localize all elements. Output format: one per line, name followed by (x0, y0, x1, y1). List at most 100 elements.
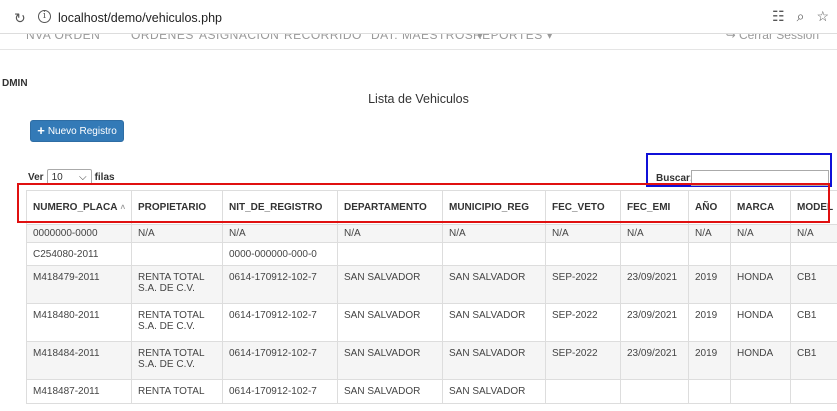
table-cell: SAN SALVADOR (442, 303, 546, 342)
table-cell: RENTA TOTAL S.A. DE C.V. (131, 341, 223, 380)
table-cell: 0614-170912-102-7 (222, 341, 338, 380)
table-row[interactable]: C254080-2011 0000-000000-000-0 (26, 242, 837, 266)
chevron-down-icon: ⌵ (78, 171, 87, 183)
table-cell: SEP-2022 (545, 265, 621, 304)
table-cell: SAN SALVADOR (337, 341, 443, 380)
table-cell: HONDA (730, 265, 791, 304)
table-row[interactable]: M418480-2011 RENTA TOTAL S.A. DE C.V. 06… (26, 303, 837, 342)
address-bar[interactable]: localhost/demo/vehiculos.php (58, 11, 222, 25)
search-label: Buscar: (656, 173, 694, 184)
table-cell: 0614-170912-102-7 (222, 265, 338, 304)
column-header[interactable]: FEC_VETO (545, 190, 621, 225)
table-cell: SEP-2022 (545, 341, 621, 380)
table-cell: N/A (442, 224, 546, 243)
table-cell: N/A (337, 224, 443, 243)
table-cell: M418480-2011 (26, 303, 132, 342)
page-length-select[interactable]: 10 ⌵ (46, 169, 92, 185)
page-title: Lista de Vehiculos (368, 92, 469, 106)
table-row[interactable]: M418487-2011 RENTA TOTAL 0614-170912-102… (26, 379, 837, 404)
nav-item-reportes[interactable]: REPORTES ▾ (473, 34, 553, 42)
table-cell: 23/09/2021 (620, 341, 689, 380)
table-cell (688, 379, 731, 404)
column-header[interactable]: NIT_DE_REGISTRO (222, 190, 338, 225)
table-row[interactable]: M418484-2011 RENTA TOTAL S.A. DE C.V. 06… (26, 341, 837, 380)
table-cell: N/A (222, 224, 338, 243)
vehicles-table: NUMERO_PLACA ˄ PROPIETARIO NIT_DE_REGISTR… (26, 190, 837, 404)
table-cell: 0614-170912-102-7 (222, 379, 338, 404)
browser-actions: ☷ ⌕ ☆ (772, 8, 829, 25)
column-header[interactable]: MARCA (730, 190, 791, 225)
table-cell: N/A (131, 224, 223, 243)
column-header[interactable]: MUNICIPIO_REG (442, 190, 546, 225)
table-cell: SAN SALVADOR (337, 379, 443, 404)
logout-link[interactable]: ↪ Cerrar Session (726, 34, 819, 42)
table-cell: M418479-2011 (26, 265, 132, 304)
table-cell: 23/09/2021 (620, 265, 689, 304)
column-header[interactable]: PROPIETARIO (131, 190, 223, 225)
table-cell: 23/09/2021 (620, 303, 689, 342)
column-header[interactable]: DEPARTAMENTO (337, 190, 443, 225)
browser-toolbar: ↻ i localhost/demo/vehiculos.php ☷ ⌕ ☆ (0, 0, 837, 34)
column-header[interactable]: FEC_EMI (620, 190, 689, 225)
table-cell: N/A (620, 224, 689, 243)
new-record-button[interactable]: + Nuevo Registro (30, 120, 124, 142)
table-cell (620, 379, 689, 404)
table-cell (790, 379, 837, 404)
table-cell (688, 242, 731, 266)
search-input[interactable] (691, 170, 829, 186)
table-cell (545, 242, 621, 266)
nav-item-ordenes[interactable]: ORDENES (131, 34, 194, 42)
column-header[interactable]: NUMERO_PLACA ˄ (26, 190, 132, 225)
table-cell: SAN SALVADOR (442, 265, 546, 304)
sort-asc-icon: ˄ (120, 203, 126, 212)
table-cell: CB1 (790, 341, 837, 380)
page-length-value: 10 (51, 171, 63, 183)
table-cell: 0000000-0000 (26, 224, 132, 243)
table-cell: RENTA TOTAL (131, 379, 223, 404)
table-cell: M418487-2011 (26, 379, 132, 404)
length-prefix: Ver (28, 171, 44, 183)
table-row[interactable]: M418479-2011 RENTA TOTAL S.A. DE C.V. 06… (26, 265, 837, 304)
table-cell: 2019 (688, 303, 731, 342)
new-record-label: Nuevo Registro (47, 125, 117, 137)
table-cell: CB1 (790, 303, 837, 342)
nav-item-recorrido[interactable]: RECORRIDO (284, 34, 362, 42)
table-cell: N/A (790, 224, 837, 243)
info-icon[interactable]: i (38, 10, 51, 23)
column-header[interactable]: AÑO (688, 190, 731, 225)
table-header-row: NUMERO_PLACA ˄ PROPIETARIO NIT_DE_REGISTR… (26, 190, 837, 225)
table-row[interactable]: 0000000-0000 N/A N/A N/A N/A N/A N/A N/A… (26, 224, 837, 243)
table-cell: N/A (545, 224, 621, 243)
translate-icon[interactable]: ☷ (772, 8, 785, 25)
zoom-icon[interactable]: ⌕ (797, 8, 805, 25)
nav-item-nva-orden[interactable]: NVA ORDEN (26, 34, 100, 42)
nav-item-datos-maestros[interactable]: DAT. MAESTROS ▾ (371, 34, 484, 42)
table-cell: RENTA TOTAL S.A. DE C.V. (131, 265, 223, 304)
table-cell: SAN SALVADOR (337, 265, 443, 304)
column-header[interactable]: MODEL (790, 190, 837, 225)
table-cell: 2019 (688, 265, 731, 304)
table-cell (442, 242, 546, 266)
table-cell: SEP-2022 (545, 303, 621, 342)
table-cell: 2019 (688, 341, 731, 380)
table-cell: HONDA (730, 303, 791, 342)
plus-icon: + (37, 123, 45, 138)
table-cell (790, 242, 837, 266)
table-cell: C254080-2011 (26, 242, 132, 266)
page-length-control: Ver 10 ⌵ filas (28, 169, 115, 185)
table-cell: 0000-000000-000-0 (222, 242, 338, 266)
table-cell (730, 379, 791, 404)
table-cell (337, 242, 443, 266)
reload-icon[interactable]: ↻ (14, 10, 26, 27)
table-cell: HONDA (730, 341, 791, 380)
table-cell: SAN SALVADOR (337, 303, 443, 342)
vehicles-table-wrapper: NUMERO_PLACA ˄ PROPIETARIO NIT_DE_REGISTR… (26, 190, 837, 411)
nav-item-asignacion[interactable]: ASIGNACION (199, 34, 279, 42)
table-cell (545, 379, 621, 404)
table-cell: SAN SALVADOR (442, 341, 546, 380)
table-cell: CB1 (790, 265, 837, 304)
table-cell: N/A (688, 224, 731, 243)
user-label: DMIN (2, 78, 28, 89)
bookmark-star-icon[interactable]: ☆ (816, 8, 829, 25)
table-cell: N/A (730, 224, 791, 243)
